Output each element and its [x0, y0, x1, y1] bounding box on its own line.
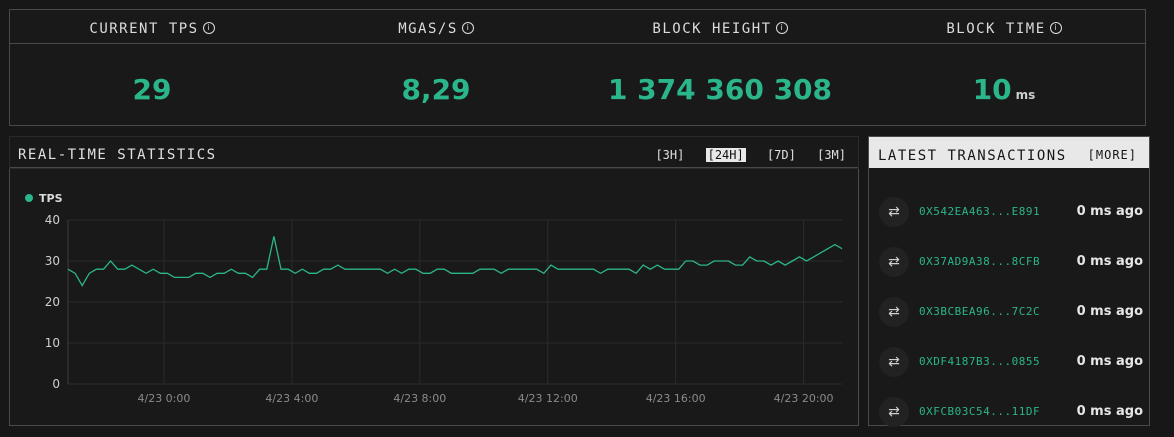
swap-icon: ⇄ [879, 247, 909, 277]
transaction-row[interactable]: ⇄ 0XFCB03C54...11DF 0 ms ago [869, 387, 1149, 437]
latest-header: LATEST TRANSACTIONS [MORE] [869, 137, 1149, 168]
info-icon[interactable]: i [1049, 22, 1062, 34]
info-icon[interactable]: i [775, 22, 788, 34]
swap-icon: ⇄ [879, 197, 909, 227]
y-tick-label: 20 [45, 295, 60, 309]
x-tick-label: 4/23 16:00 [646, 392, 706, 405]
stats-panel: CURRENT TPS i 29 MGAS/S i 8,29 BLOCK HEIGH… [9, 9, 1146, 126]
transaction-hash[interactable]: 0X542EA463...E891 [919, 205, 1040, 218]
latest-title: LATEST TRANSACTIONS [878, 148, 1067, 164]
x-tick-label: 4/23 0:00 [137, 392, 190, 405]
transaction-time: 0 ms ago [1076, 304, 1143, 319]
stat-unit: ms [1015, 88, 1036, 102]
swap-icon: ⇄ [879, 397, 909, 427]
stat-value: 1 374 360 308 [607, 73, 833, 106]
transaction-hash[interactable]: 0X37AD9A38...8CFB [919, 255, 1040, 268]
x-tick-label: 4/23 4:00 [265, 392, 318, 405]
stat-value: 29 [132, 73, 172, 106]
transaction-row[interactable]: ⇄ 0X37AD9A38...8CFB 0 ms ago [869, 237, 1149, 287]
transaction-time: 0 ms ago [1076, 254, 1143, 269]
y-tick-label: 0 [52, 377, 60, 391]
transaction-time: 0 ms ago [1076, 404, 1143, 419]
stat-value: 10 [972, 73, 1012, 106]
transaction-time: 0 ms ago [1076, 354, 1143, 369]
y-tick-label: 10 [45, 336, 60, 350]
latest-transactions-panel: LATEST TRANSACTIONS [MORE] ⇄ 0X542EA463..… [868, 136, 1150, 427]
stat-label: CURRENT TPS [89, 21, 199, 37]
range-7d[interactable]: [7D] [767, 148, 796, 162]
transaction-row[interactable]: ⇄ 0X3BCBEA96...7C2C 0 ms ago [869, 287, 1149, 337]
realtime-title: REAL-TIME STATISTICS [18, 147, 217, 163]
realtime-header: REAL-TIME STATISTICS [3H] [24H] [7D] [3M… [9, 136, 859, 169]
stat-label: MGAS/S [398, 21, 458, 37]
x-tick-label: 4/23 20:00 [774, 392, 834, 405]
transaction-row[interactable]: ⇄ 0X542EA463...E891 0 ms ago [869, 187, 1149, 237]
transaction-row[interactable]: ⇄ 0XDF4187B3...0855 0 ms ago [869, 337, 1149, 387]
stat-label: BLOCK HEIGHT [652, 21, 772, 37]
swap-icon: ⇄ [879, 347, 909, 377]
more-link[interactable]: [MORE] [1088, 148, 1137, 162]
swap-icon: ⇄ [879, 297, 909, 327]
transaction-hash[interactable]: 0XDF4187B3...0855 [919, 355, 1040, 368]
x-tick-label: 4/23 12:00 [518, 392, 578, 405]
x-tick-label: 4/23 8:00 [393, 392, 446, 405]
legend-label: TPS [39, 192, 63, 205]
y-tick-label: 40 [45, 213, 60, 227]
transaction-hash[interactable]: 0X3BCBEA96...7C2C [919, 305, 1040, 318]
stat-label: BLOCK TIME [946, 21, 1046, 37]
transaction-time: 0 ms ago [1076, 204, 1143, 219]
info-icon[interactable]: i [202, 22, 215, 34]
tps-chart: TPS 0 10 20 30 40 4/23 0:00 4/23 4:00 4/23 8:00 4… [25, 192, 843, 405]
realtime-panel: REAL-TIME STATISTICS [3H] [24H] [7D] [3M… [9, 136, 859, 426]
transaction-hash[interactable]: 0XFCB03C54...11DF [919, 405, 1040, 418]
stat-value: 8,29 [401, 73, 471, 106]
range-24h[interactable]: [24H] [705, 148, 746, 162]
legend-marker [25, 194, 33, 202]
range-3m[interactable]: [3M] [817, 148, 846, 162]
y-tick-label: 30 [45, 254, 60, 268]
range-selector: [3H] [24H] [7D] [3M] [641, 148, 846, 162]
range-3h[interactable]: [3H] [655, 148, 684, 162]
info-icon[interactable]: i [461, 22, 474, 34]
